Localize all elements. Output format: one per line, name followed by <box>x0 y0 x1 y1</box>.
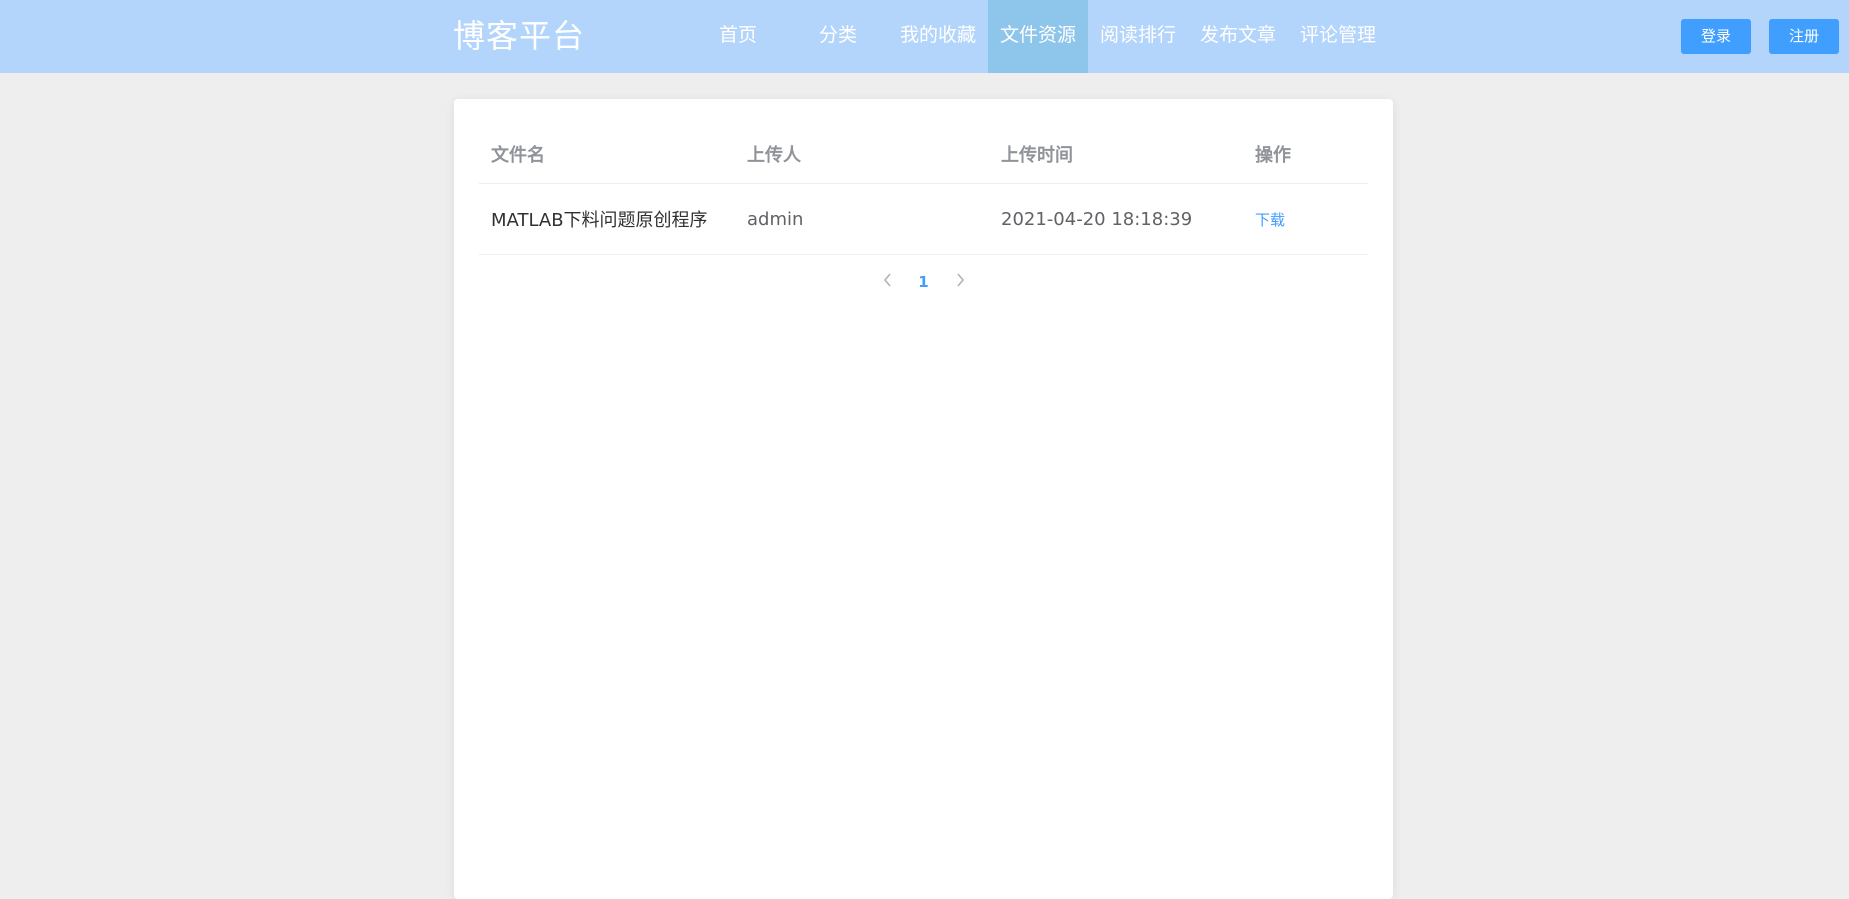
file-list-card: 文件名 上传人 上传时间 操作 MATLAB下料问题原创程序 admin 202… <box>454 99 1393 899</box>
column-header-actions: 操作 <box>1255 145 1291 166</box>
file-table: 文件名 上传人 上传时间 操作 MATLAB下料问题原创程序 admin 202… <box>479 121 1368 255</box>
nav-item-comment-management[interactable]: 评论管理 <box>1288 0 1388 73</box>
main-nav: 首页 分类 我的收藏 文件资源 阅读排行 发布文章 评论管理 <box>688 0 1388 73</box>
table-header-row: 文件名 上传人 上传时间 操作 <box>479 121 1368 184</box>
nav-item-categories[interactable]: 分类 <box>788 0 888 73</box>
pagination: 1 <box>454 264 1393 300</box>
site-logo[interactable]: 博客平台 <box>453 14 585 59</box>
page-number-current[interactable]: 1 <box>906 264 942 300</box>
chevron-right-icon[interactable] <box>942 264 978 300</box>
column-header-uploader: 上传人 <box>747 145 801 166</box>
file-name-cell: MATLAB下料问题原创程序 <box>491 210 708 231</box>
uploader-cell: admin <box>747 208 804 230</box>
nav-item-reading-ranking[interactable]: 阅读排行 <box>1088 0 1188 73</box>
nav-item-file-resources[interactable]: 文件资源 <box>988 0 1088 73</box>
chevron-left-icon[interactable] <box>870 264 906 300</box>
column-header-upload-time: 上传时间 <box>1001 145 1073 166</box>
login-button[interactable]: 登录 <box>1681 19 1751 54</box>
download-link[interactable]: 下载 <box>1255 184 1285 254</box>
upload-time-cell: 2021-04-20 18:18:39 <box>1001 208 1193 230</box>
top-header: 博客平台 首页 分类 我的收藏 文件资源 阅读排行 发布文章 评论管理 登录 注… <box>0 0 1849 73</box>
nav-item-publish-article[interactable]: 发布文章 <box>1188 0 1288 73</box>
register-button[interactable]: 注册 <box>1769 19 1839 54</box>
column-header-filename: 文件名 <box>491 145 545 166</box>
nav-item-favorites[interactable]: 我的收藏 <box>888 0 988 73</box>
table-row: MATLAB下料问题原创程序 admin 2021-04-20 18:18:39… <box>479 184 1368 255</box>
nav-item-home[interactable]: 首页 <box>688 0 788 73</box>
